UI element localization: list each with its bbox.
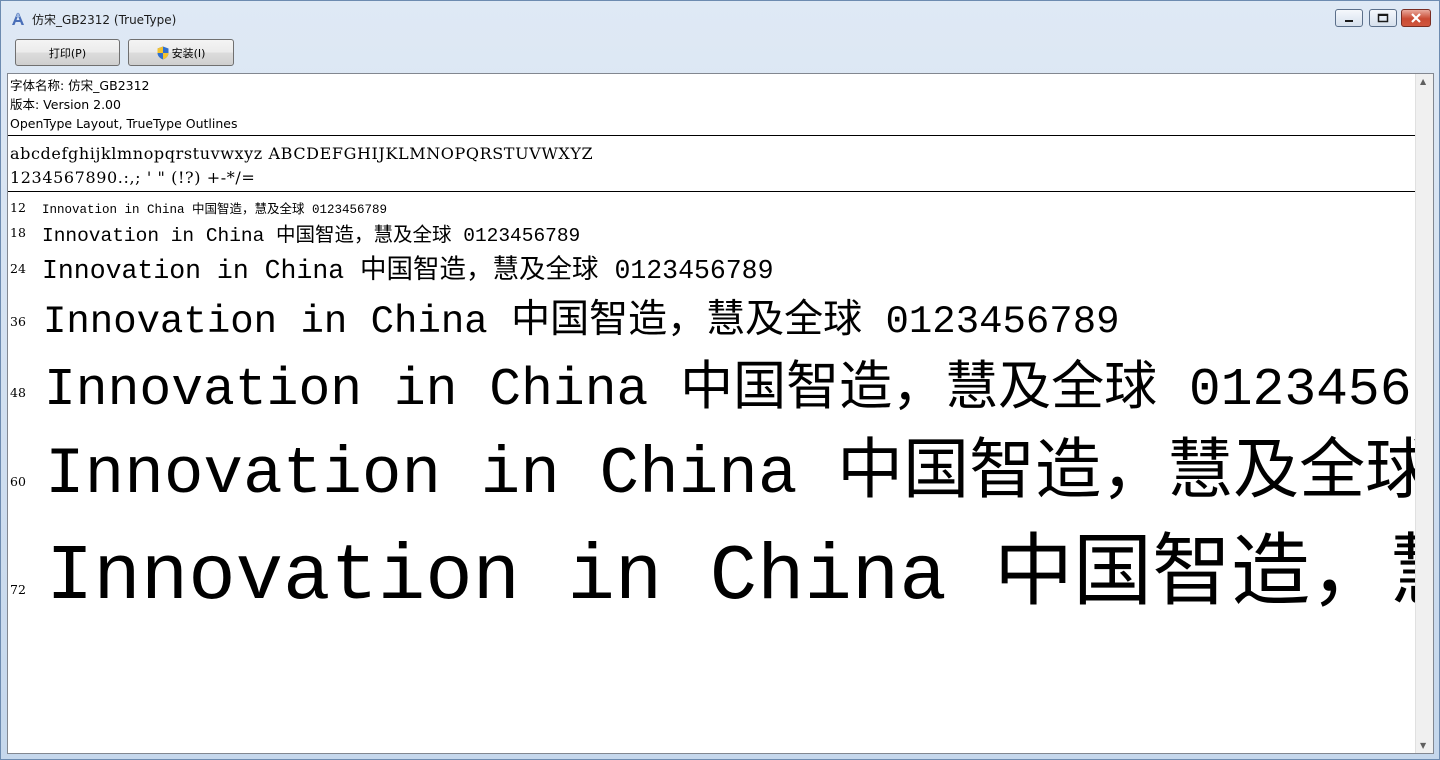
maximize-button[interactable] [1369, 9, 1397, 27]
sample-size-label: 48 [10, 385, 26, 400]
sample-text: Innovation in China 中国智造，慧及全球 0123456789 [42, 256, 774, 286]
title-bar[interactable]: 仿宋_GB2312 (TrueType) [1, 1, 1439, 35]
sample-size-label: 36 [10, 314, 26, 329]
sample-text: Innovation in China 中国智造，慧及全球 0123456789 [46, 532, 1417, 622]
font-version-line: 版本: Version 2.00 [10, 97, 121, 112]
sample-text: Innovation in China 中国智造，慧及全球 0123456789 [42, 225, 581, 247]
sample-text: Innovation in China 中国智造，慧及全球 0123456789 [43, 300, 1120, 344]
window-title: 仿宋_GB2312 (TrueType) [32, 13, 177, 27]
maximize-icon [1377, 13, 1389, 23]
sample-size-label: 60 [10, 474, 26, 489]
print-button[interactable]: 打印(P) [15, 39, 120, 66]
vertical-scrollbar[interactable]: ▲ ▼ [1415, 74, 1433, 753]
install-button[interactable]: 安装(I) [128, 39, 234, 66]
charset-digits: 1234567890.:,; ' " (!?) +-*/= [10, 168, 256, 187]
sample-text: Innovation in China 中国智造，慧及全球 0123456789 [45, 437, 1417, 512]
sample-size-label: 24 [10, 261, 26, 276]
sample-text: Innovation in China 中国智造，慧及全球 0123456789 [42, 203, 388, 217]
close-icon [1411, 13, 1421, 23]
close-button[interactable] [1401, 9, 1431, 27]
scroll-up-icon[interactable]: ▲ [1420, 77, 1426, 86]
sample-size-label: 18 [10, 225, 26, 240]
print-button-label: 打印(P) [48, 46, 87, 60]
scroll-down-icon[interactable]: ▼ [1420, 741, 1426, 750]
font-file-icon [12, 12, 24, 25]
minimize-button[interactable] [1335, 9, 1363, 27]
uac-shield-icon [157, 46, 169, 59]
font-preview-pane: 字体名称: 仿宋_GB2312 版本: Version 2.00 OpenTyp… [7, 73, 1434, 754]
sample-size-label: 72 [10, 582, 26, 597]
font-viewer-window: 仿宋_GB2312 (TrueType) 打印(P) 安装(I) 字体名称: 仿… [0, 0, 1440, 760]
font-name-line: 字体名称: 仿宋_GB2312 [10, 78, 150, 93]
toolbar: 打印(P) 安装(I) [7, 35, 1433, 73]
install-button-label: 安装(I) [171, 46, 206, 60]
divider [8, 191, 1417, 192]
divider [8, 135, 1417, 136]
sample-text: Innovation in China 中国智造，慧及全球 0123456789 [44, 360, 1417, 420]
font-info: 字体名称: 仿宋_GB2312 版本: Version 2.00 OpenTyp… [10, 76, 237, 133]
charset-letters: abcdefghijklmnopqrstuvwxyz ABCDEFGHIJKLM… [10, 144, 594, 163]
minimize-icon [1345, 20, 1353, 22]
sample-size-label: 12 [10, 200, 26, 215]
font-outline-line: OpenType Layout, TrueType Outlines [10, 116, 238, 131]
